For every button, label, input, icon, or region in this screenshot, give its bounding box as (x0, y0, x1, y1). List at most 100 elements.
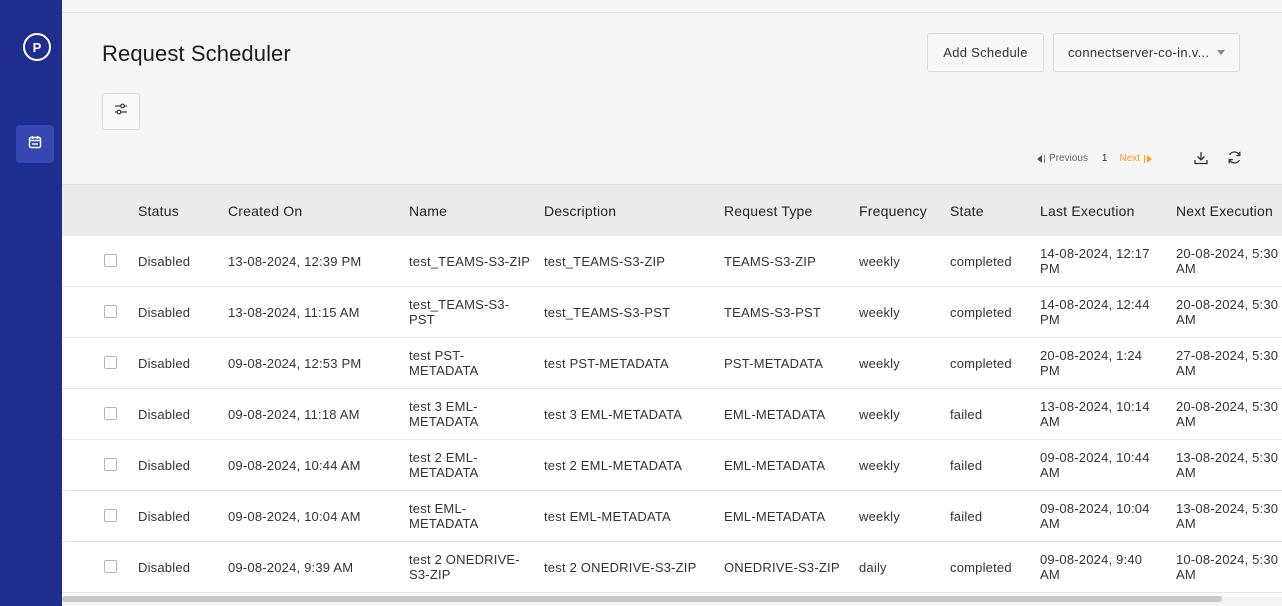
cell-frequency: weekly (859, 356, 900, 371)
cell-description: test 2 EML-METADATA (544, 458, 683, 473)
cell-state: failed (950, 458, 983, 473)
table-row[interactable]: Disabled 09-08-2024, 10:44 AM test 2 EML… (62, 440, 1282, 491)
pagination: Previous 1 Next (1037, 153, 1153, 164)
cell-status: Disabled (138, 356, 191, 371)
table-row[interactable]: Disabled 13-08-2024, 12:39 PM test_TEAMS… (62, 236, 1282, 287)
row-checkbox[interactable] (104, 458, 117, 471)
server-select-label: connectserver-co-in.v... (1068, 45, 1210, 60)
cell-name: test 3 EML- METADATA (409, 399, 479, 429)
table-row[interactable]: Disabled 09-08-2024, 10:04 AM test EML- … (62, 491, 1282, 542)
cell-next-execution: 13-08-2024, 5:30 AM (1176, 450, 1279, 480)
app-logo[interactable]: P (23, 33, 51, 61)
next-page-button[interactable]: Next (1119, 153, 1153, 164)
cell-next-execution: 20-08-2024, 5:30 AM (1176, 246, 1279, 276)
column-header-frequency[interactable]: Frequency (859, 203, 927, 219)
column-header-created-on[interactable]: Created On (228, 203, 302, 219)
cell-request-type: EML-METADATA (724, 509, 826, 524)
cell-last-execution: 20-08-2024, 1:24 PM (1040, 348, 1143, 378)
cell-next-execution: 20-08-2024, 5:30 AM (1176, 399, 1279, 429)
row-checkbox[interactable] (104, 254, 117, 267)
page-number[interactable]: 1 (1102, 153, 1108, 164)
previous-icon (1037, 154, 1042, 163)
cell-frequency: weekly (859, 458, 900, 473)
cell-state: completed (950, 356, 1012, 371)
cell-name: test 2 ONEDRIVE- S3-ZIP (409, 552, 520, 582)
cell-frequency: weekly (859, 407, 900, 422)
download-button[interactable] (1191, 150, 1211, 170)
table-row[interactable]: Disabled 09-08-2024, 9:39 AM test 2 ONED… (62, 542, 1282, 593)
row-checkbox[interactable] (104, 560, 117, 573)
cell-status: Disabled (138, 407, 191, 422)
cell-description: test PST-METADATA (544, 356, 669, 371)
cell-last-execution: 09-08-2024, 10:04 AM (1040, 501, 1150, 531)
cell-name: test 2 EML- METADATA (409, 450, 479, 480)
cell-created-on: 09-08-2024, 12:53 PM (228, 356, 362, 371)
cell-state: failed (950, 407, 983, 422)
column-header-status[interactable]: Status (138, 203, 179, 219)
row-checkbox[interactable] (104, 407, 117, 420)
cell-last-execution: 09-08-2024, 10:44 AM (1040, 450, 1150, 480)
calendar-icon (28, 135, 42, 154)
cell-state: completed (950, 560, 1012, 575)
table-header: Status Created On Name Description Reque… (62, 184, 1282, 236)
cell-name: test_TEAMS-S3-ZIP (409, 254, 531, 269)
sliders-icon (114, 102, 128, 121)
cell-created-on: 13-08-2024, 11:15 AM (228, 305, 360, 320)
cell-description: test 2 ONEDRIVE-S3-ZIP (544, 560, 697, 575)
column-header-description[interactable]: Description (544, 203, 616, 219)
table-row[interactable]: Disabled 13-08-2024, 11:15 AM test_TEAMS… (62, 287, 1282, 338)
row-checkbox[interactable] (104, 305, 117, 318)
column-header-next-execution[interactable]: Next Execution (1176, 203, 1273, 219)
scrollbar-thumb[interactable] (62, 596, 1222, 602)
page-title: Request Scheduler (102, 41, 291, 66)
cell-request-type: PST-METADATA (724, 356, 824, 371)
cell-description: test 3 EML-METADATA (544, 407, 683, 422)
cell-frequency: daily (859, 560, 887, 575)
column-header-last-execution[interactable]: Last Execution (1040, 203, 1135, 219)
cell-last-execution: 13-08-2024, 10:14 AM (1040, 399, 1150, 429)
schedule-table: Status Created On Name Description Reque… (62, 184, 1282, 596)
server-select[interactable]: connectserver-co-in.v... (1053, 33, 1240, 72)
refresh-button[interactable] (1224, 150, 1244, 170)
cell-state: completed (950, 254, 1012, 269)
cell-frequency: weekly (859, 254, 900, 269)
cell-frequency: weekly (859, 509, 900, 524)
cell-description: test EML-METADATA (544, 509, 671, 524)
cell-name: test_TEAMS-S3- PST (409, 297, 510, 327)
cell-request-type: TEAMS-S3-PST (724, 305, 822, 320)
table-row[interactable]: Disabled 09-08-2024, 11:18 AM test 3 EML… (62, 389, 1282, 440)
row-checkbox[interactable] (104, 356, 117, 369)
cell-status: Disabled (138, 305, 191, 320)
cell-name: test EML- METADATA (409, 501, 479, 531)
row-checkbox[interactable] (104, 509, 117, 522)
horizontal-scrollbar[interactable] (62, 596, 1282, 606)
column-header-request-type[interactable]: Request Type (724, 203, 813, 219)
cell-next-execution: 20-08-2024, 5:30 AM (1176, 297, 1279, 327)
cell-last-execution: 14-08-2024, 12:44 PM (1040, 297, 1150, 327)
cell-status: Disabled (138, 254, 191, 269)
column-header-state[interactable]: State (950, 203, 984, 219)
cell-next-execution: 13-08-2024, 5:30 AM (1176, 501, 1279, 531)
chevron-down-icon (1217, 50, 1226, 55)
cell-status: Disabled (138, 509, 191, 524)
sidebar: P (0, 0, 62, 606)
cell-next-execution: 27-08-2024, 5:30 AM (1176, 348, 1279, 378)
sidebar-item-scheduler[interactable] (16, 125, 54, 163)
column-header-name[interactable]: Name (409, 203, 447, 219)
filter-button[interactable] (102, 93, 140, 130)
cell-status: Disabled (138, 560, 191, 575)
cell-status: Disabled (138, 458, 191, 473)
top-divider (62, 12, 1282, 13)
table-row[interactable]: Disabled 09-08-2024, 12:53 PM test PST- … (62, 338, 1282, 389)
cell-request-type: TEAMS-S3-ZIP (724, 254, 816, 269)
cell-state: completed (950, 305, 1012, 320)
cell-created-on: 09-08-2024, 10:04 AM (228, 509, 361, 524)
refresh-icon (1227, 150, 1242, 170)
cell-description: test_TEAMS-S3-PST (544, 305, 671, 320)
previous-page-button[interactable]: Previous (1037, 153, 1088, 164)
next-icon (1147, 154, 1153, 163)
cell-last-execution: 14-08-2024, 12:17 PM (1040, 246, 1150, 276)
cell-last-execution: 09-08-2024, 9:40 AM (1040, 552, 1143, 582)
cell-next-execution: 10-08-2024, 5:30 AM (1176, 552, 1279, 582)
add-schedule-button[interactable]: Add Schedule (927, 33, 1044, 72)
